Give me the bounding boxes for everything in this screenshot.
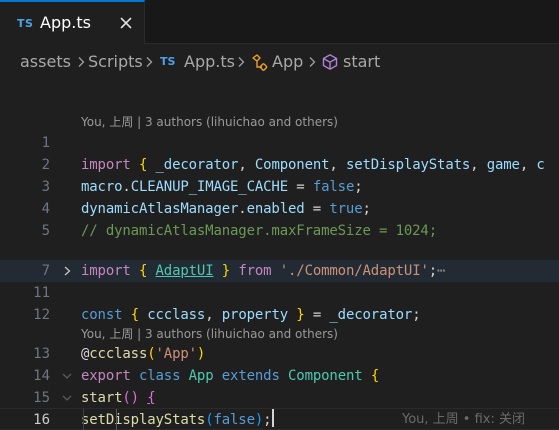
tab-title: App.ts xyxy=(40,13,91,32)
line-number: 13 xyxy=(33,346,50,362)
code-line-1: 1 xyxy=(0,132,559,154)
code-line-14: 14 export class App extends Component { xyxy=(0,365,559,387)
typescript-file-icon: TS xyxy=(160,55,176,68)
breadcrumb-item-class[interactable]: App xyxy=(272,52,303,71)
chevron-right-icon xyxy=(78,57,85,67)
chevron-right-icon xyxy=(309,57,316,67)
codelens-row: You, 上周 | 3 authors (lihuichao and other… xyxy=(0,111,559,133)
code-line-3: 3 macro.CLEANUP_IMAGE_CACHE = false; xyxy=(0,176,559,198)
code-comment: // dynamicAtlasManager.maxFrameSize = 10… xyxy=(81,223,437,239)
typescript-file-icon: TS xyxy=(17,17,34,30)
line-number: 3 xyxy=(41,179,50,195)
line-number: 4 xyxy=(41,201,50,217)
inline-git-blame[interactable]: You, 上周 • fix: 关闭 xyxy=(402,409,525,430)
code-text: dynamicAtlasManager.enabled = true; xyxy=(81,201,371,217)
code-text: @ccclass('App') xyxy=(81,346,206,362)
text-cursor xyxy=(272,409,275,427)
line-number: 7 xyxy=(41,263,50,279)
breadcrumb: assets Scripts TS App.ts App start xyxy=(0,44,559,78)
folded-ellipsis[interactable]: ⋯ xyxy=(437,263,445,279)
line-number: 2 xyxy=(41,157,50,173)
class-symbol-icon xyxy=(252,54,268,71)
line-number: 11 xyxy=(33,285,50,301)
chevron-right-icon xyxy=(238,57,245,67)
breadcrumb-item-method[interactable]: start xyxy=(343,52,380,71)
codelens-authors[interactable]: You, 上周 | 3 authors (lihuichao and other… xyxy=(81,323,338,345)
adaptui-link[interactable]: AdaptUI xyxy=(156,263,214,279)
code-line-4: 4 dynamicAtlasManager.enabled = true; xyxy=(0,198,559,220)
codelens-row: You, 上周 | 3 authors (lihuichao and other… xyxy=(0,323,559,345)
breadcrumb-item-file[interactable]: App.ts xyxy=(184,52,235,71)
code-line-5: 5 // dynamicAtlasManager.maxFrameSize = … xyxy=(0,220,559,242)
line-number: 16 xyxy=(33,412,50,428)
code-line-7-folded: 7 import { AdaptUI } from './Common/Adap… xyxy=(0,260,559,282)
code-text: start() { xyxy=(81,390,156,406)
code-line-13: 13 @ccclass('App') xyxy=(0,343,559,365)
line-number: 14 xyxy=(33,368,50,384)
tab-app-ts[interactable]: TS App.ts xyxy=(0,0,145,44)
code-line-11: 11 xyxy=(0,282,559,304)
close-icon[interactable] xyxy=(118,15,134,31)
code-line-15: 15 start() { xyxy=(0,387,559,409)
line-number: 5 xyxy=(41,223,50,239)
method-symbol-icon xyxy=(322,54,338,70)
codelens-authors[interactable]: You, 上周 | 3 authors (lihuichao and other… xyxy=(81,111,338,133)
chevron-down-icon[interactable] xyxy=(61,392,73,404)
code-text: export class App extends Component { xyxy=(81,368,380,384)
code-line-2: 2 import { _decorator, Component, setDis… xyxy=(0,154,559,176)
breadcrumb-item-scripts[interactable]: Scripts xyxy=(88,52,143,71)
code-text: import { _decorator, Component, setDispl… xyxy=(81,157,545,173)
indent-guide xyxy=(116,409,117,430)
chevron-right-icon xyxy=(146,57,153,67)
tab-bar: TS App.ts xyxy=(0,0,559,44)
line-number: 15 xyxy=(33,390,50,406)
code-text: import { AdaptUI } from './Common/AdaptU… xyxy=(81,263,446,279)
line-number: 1 xyxy=(41,135,50,151)
breadcrumb-item-assets[interactable]: assets xyxy=(20,52,71,71)
code-text: setDisplayStats(false); xyxy=(81,409,275,430)
chevron-down-icon[interactable] xyxy=(61,370,73,382)
code-text: macro.CLEANUP_IMAGE_CACHE = false; xyxy=(81,179,363,195)
code-editor[interactable]: You, 上周 | 3 authors (lihuichao and other… xyxy=(0,78,559,430)
chevron-right-icon[interactable] xyxy=(61,265,73,277)
indent-guide xyxy=(83,409,84,430)
